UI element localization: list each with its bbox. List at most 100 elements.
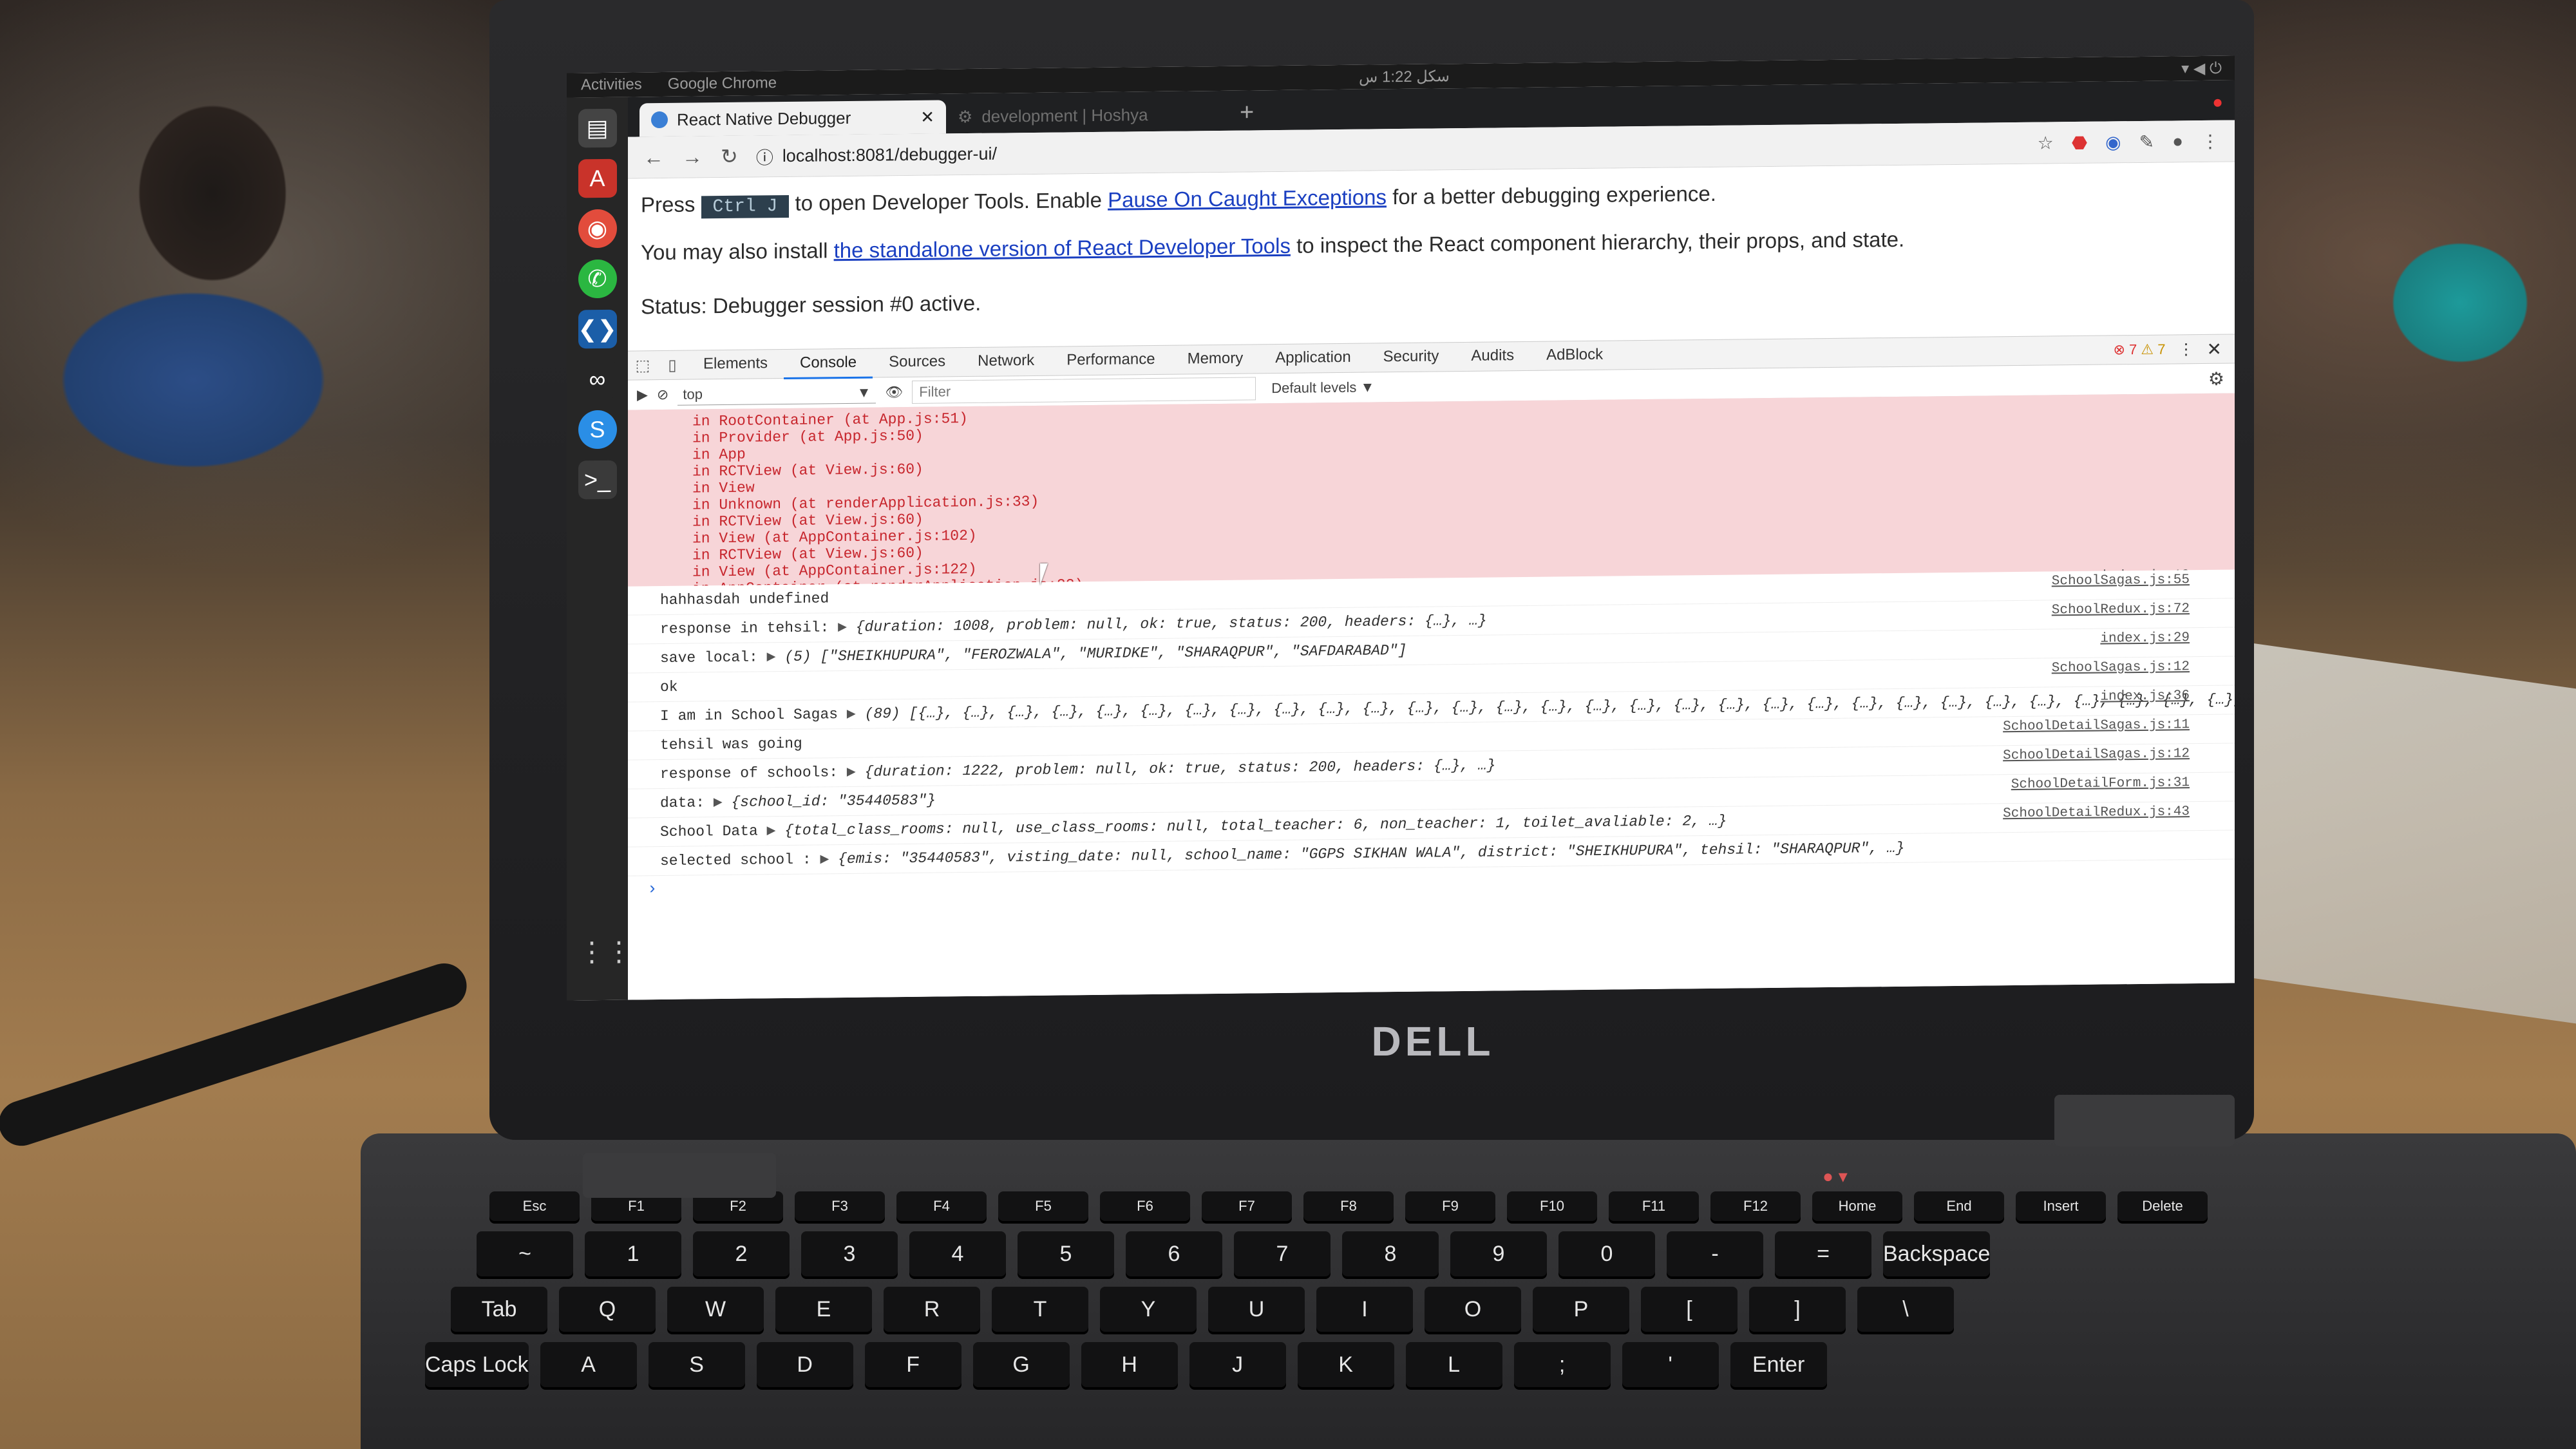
devtools-tab-elements[interactable]: Elements	[687, 349, 784, 379]
devtools-tab-adblock[interactable]: AdBlock	[1530, 340, 1619, 369]
pause-on-caught-exceptions-link[interactable]: Pause On Caught Exceptions	[1108, 185, 1387, 212]
log-object-preview[interactable]: {total_class_rooms: null, use_class_room…	[784, 813, 1727, 839]
dell-logo: DELL	[1371, 1018, 1495, 1065]
key: F7	[1202, 1191, 1292, 1221]
devtools-tab-sources[interactable]: Sources	[873, 347, 961, 376]
log-source-link[interactable]: SchoolRedux.js:72	[2052, 595, 2190, 625]
forward-icon[interactable]: →	[682, 145, 703, 169]
reload-icon[interactable]: ↻	[721, 144, 738, 169]
hint-text: Press	[641, 192, 696, 217]
context-selector[interactable]: top ▼	[677, 382, 876, 406]
whatsapp-icon[interactable]: ✆	[578, 259, 617, 299]
key: T	[992, 1287, 1088, 1332]
hinge-left	[583, 1153, 776, 1198]
files-icon[interactable]: ▤	[578, 108, 617, 148]
profile-avatar[interactable]: ●	[2172, 131, 2183, 152]
key: ]	[1749, 1287, 1846, 1332]
devtools-tab-security[interactable]: Security	[1367, 342, 1455, 371]
eyedropper-extension-icon[interactable]: ✎	[2139, 131, 2154, 152]
warning-count: 7	[2157, 341, 2166, 357]
log-object-preview[interactable]: {school_id: "35440583"}	[731, 792, 935, 811]
log-levels-dropdown[interactable]: Default levels ▼	[1271, 379, 1374, 397]
inspect-element-icon[interactable]: ⬚	[628, 356, 658, 375]
react-devtools-link[interactable]: the standalone version of React Develope…	[834, 234, 1291, 262]
log-object-preview[interactable]: {emis: "35440583", visting_date: null, s…	[838, 840, 1904, 867]
key: P	[1533, 1287, 1629, 1332]
device-toolbar-icon[interactable]: ▯	[658, 355, 687, 374]
expand-triangle-icon[interactable]: ▶	[838, 619, 856, 636]
show-applications-icon[interactable]: ⋮⋮	[578, 936, 632, 975]
laptop-screen: Activities Google Chrome سکل 1:22 س ▾ ◀ …	[567, 55, 2235, 1001]
log-source-link[interactable]: SchoolDetailRedux.js:43	[2003, 798, 2190, 828]
clear-console-icon[interactable]: ⊘	[657, 386, 668, 403]
activities-button[interactable]: Activities	[581, 75, 642, 94]
issue-counters[interactable]: ⊗ 7 ⚠ 7	[2113, 341, 2178, 358]
log-source-link[interactable]: SchoolDetailSagas.js:12	[2003, 740, 2190, 770]
skype-icon[interactable]: S	[578, 410, 617, 450]
key: 1	[585, 1231, 681, 1276]
key: F10	[1507, 1191, 1597, 1221]
infinity-icon[interactable]: ∞	[578, 359, 617, 399]
log-object-preview[interactable]: {duration: 1008, problem: null, ok: true…	[856, 612, 1487, 636]
new-tab-button[interactable]: +	[1227, 99, 1267, 131]
window-close-icon[interactable]: ●	[2201, 91, 2235, 120]
error-stack-trace: in RootContainer (at App.js:51) in Provid…	[628, 393, 2235, 587]
expand-triangle-icon[interactable]: ▶	[847, 764, 865, 781]
log-object-preview[interactable]: (5) ["SHEIKHUPURA", "FEROZWALA", "MURIDK…	[784, 642, 1406, 665]
log-source-link[interactable]: index.js:29	[2100, 624, 2190, 653]
log-source-link[interactable]: SchoolSagas.js:12	[2052, 653, 2190, 683]
expand-triangle-icon[interactable]: ▶	[767, 649, 785, 665]
sidebar-toggle-icon[interactable]: ▶	[637, 386, 648, 403]
terminal-icon[interactable]: >_	[578, 460, 617, 500]
log-source-link[interactable]: SchoolDetailForm.js:31	[2011, 769, 2190, 799]
adblock-extension-icon[interactable]: ⬣	[2072, 131, 2087, 153]
clock[interactable]: سکل 1:22 س	[1359, 67, 1450, 86]
console-settings-gear-icon[interactable]: ⚙	[2208, 368, 2235, 389]
tab-development[interactable]: ⚙ development | Hoshya	[946, 97, 1227, 134]
chrome-menu-icon[interactable]: ⋮	[2201, 130, 2219, 151]
devtools-tab-memory[interactable]: Memory	[1171, 344, 1260, 373]
close-tab-icon[interactable]: ✕	[920, 107, 934, 127]
log-source-link[interactable]: index.js:36	[2100, 682, 2190, 711]
key: F8	[1303, 1191, 1394, 1221]
vscode-icon[interactable]: ❮❯	[578, 309, 617, 349]
key: G	[972, 1342, 1070, 1387]
key: D	[756, 1342, 853, 1387]
log-source-link[interactable]: SchoolSagas.js:55	[2052, 566, 2190, 596]
key: End	[1914, 1191, 2004, 1221]
key: \	[1857, 1287, 1954, 1332]
back-icon[interactable]: ←	[643, 145, 664, 169]
log-label: selected school :	[660, 851, 811, 870]
devtools-tab-audits[interactable]: Audits	[1455, 341, 1530, 370]
address-bar[interactable]: ⓘ localhost:8081/debugger-ui/	[756, 131, 1851, 171]
log-source-link[interactable]: SchoolDetailSagas.js:11	[2003, 711, 2190, 741]
devtools-tab-network[interactable]: Network	[961, 346, 1050, 375]
bookmark-star-icon[interactable]: ☆	[2038, 132, 2054, 153]
devtools-tab-performance[interactable]: Performance	[1050, 345, 1171, 374]
log-object-preview[interactable]: {duration: 1222, problem: null, ok: true…	[865, 757, 1496, 780]
chrome-icon[interactable]: ◉	[578, 209, 617, 249]
live-expression-eye-icon[interactable]: 👁	[885, 384, 903, 401]
devtools-tab-console[interactable]: Console	[784, 348, 873, 379]
key: F	[864, 1342, 961, 1387]
expand-triangle-icon[interactable]: ▶	[847, 706, 865, 723]
extension-icon[interactable]: ◉	[2105, 131, 2121, 153]
expand-triangle-icon[interactable]: ▶	[767, 822, 785, 839]
devtools-close-icon[interactable]: ✕	[2207, 338, 2235, 359]
app-menu[interactable]: Google Chrome	[668, 74, 777, 93]
devtools-panel: ⬚ ▯ Elements Console Sources Network Perform…	[628, 334, 2235, 1000]
system-tray[interactable]: ▾ ◀ ⏻	[2181, 59, 2222, 78]
devtools-tab-application[interactable]: Application	[1259, 343, 1367, 372]
levels-label: Default levels	[1271, 379, 1357, 397]
expand-triangle-icon[interactable]: ▶	[820, 851, 838, 867]
software-center-icon[interactable]: A	[578, 158, 617, 198]
key: 2	[693, 1231, 790, 1276]
log-label: School Data	[660, 822, 758, 841]
devtools-menu-icon[interactable]: ⋮	[2179, 339, 2207, 358]
expand-triangle-icon[interactable]: ▶	[714, 794, 732, 811]
context-value: top	[683, 385, 703, 402]
console-filter-input[interactable]	[912, 377, 1256, 404]
tab-react-native-debugger[interactable]: React Native Debugger ✕	[639, 100, 946, 137]
ctrl-j-kbd: Ctrl J	[701, 194, 790, 219]
status-leds: ● ▾	[1823, 1166, 1848, 1186]
